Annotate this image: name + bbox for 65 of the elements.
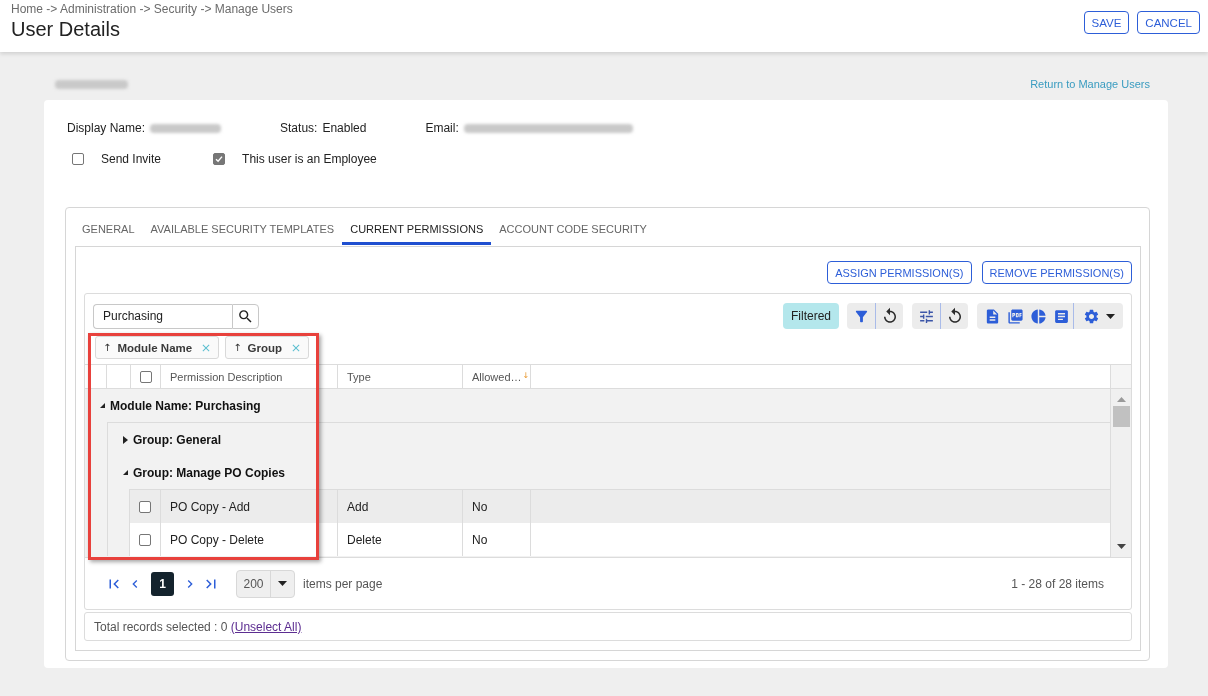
cancel-button[interactable]: CANCEL bbox=[1137, 11, 1200, 34]
table-cell: No bbox=[462, 523, 530, 556]
scrollbar-thumb[interactable] bbox=[1112, 406, 1130, 427]
tab[interactable]: AVAILABLE SECURITY TEMPLATES bbox=[142, 208, 343, 245]
field-label: Email: bbox=[425, 121, 459, 135]
group-label: Module Name: Purchasing bbox=[110, 398, 261, 413]
page-size-dropdown[interactable]: 200 bbox=[236, 569, 295, 598]
save-button[interactable]: SAVE bbox=[1083, 11, 1130, 34]
selection-summary: Total records selected : 0 (Unselect All) bbox=[94, 619, 302, 634]
remove-button[interactable]: REMOVE PERMISSION(S) bbox=[981, 261, 1132, 284]
scroll-down-icon[interactable] bbox=[1116, 544, 1126, 549]
select-all-checkbox[interactable] bbox=[139, 370, 152, 383]
sort-arrow: ↑ bbox=[233, 342, 242, 353]
search-button[interactable] bbox=[232, 303, 259, 329]
table-row[interactable]: PO Copy - Delete Delete No bbox=[130, 523, 1110, 556]
group-label: Group: Manage PO Copies bbox=[133, 465, 285, 480]
pager-summary: 1 - 28 of 28 items bbox=[1011, 576, 1105, 591]
table-row[interactable]: PO Copy - Add Add No bbox=[130, 490, 1110, 523]
assign-button[interactable]: ASSIGN PERMISSION(S) bbox=[827, 261, 972, 284]
chip-label: Module Name bbox=[117, 341, 193, 354]
field-label: Status: bbox=[280, 121, 318, 135]
checkbox[interactable] bbox=[213, 153, 226, 165]
column-title: Allowed… bbox=[472, 370, 522, 383]
page-title: User Details bbox=[11, 17, 121, 41]
checkbox-label: Send Invite bbox=[101, 152, 162, 166]
document-icon bbox=[984, 307, 1001, 325]
group-chip[interactable]: ↑ Module Name bbox=[95, 336, 220, 359]
column-title: Permission Description bbox=[170, 370, 283, 383]
row-checkbox[interactable] bbox=[139, 500, 151, 513]
column-header[interactable]: Allowed…↓ bbox=[462, 365, 530, 388]
search-icon bbox=[237, 307, 254, 325]
expanded-caret-icon[interactable] bbox=[123, 470, 128, 475]
group-label: Group: General bbox=[133, 432, 221, 447]
scroll-up-icon[interactable] bbox=[1116, 397, 1126, 402]
chip-label: Group bbox=[247, 341, 283, 354]
checkbox[interactable] bbox=[72, 153, 84, 165]
settings-icon bbox=[1082, 307, 1100, 325]
tab[interactable]: GENERAL bbox=[74, 208, 143, 245]
checkbox-label: This user is an Employee bbox=[242, 152, 377, 166]
table-cell: Delete bbox=[337, 523, 462, 556]
column-title: Type bbox=[347, 370, 371, 383]
unselect-all-link[interactable]: (Unselect All) bbox=[230, 619, 302, 634]
tab[interactable]: CURRENT PERMISSIONS bbox=[342, 208, 492, 245]
row-checkbox[interactable] bbox=[139, 533, 151, 546]
caret-down-icon bbox=[1105, 313, 1115, 319]
filter-status-badge: Filtered bbox=[783, 303, 839, 329]
scrollbar[interactable] bbox=[1110, 389, 1131, 557]
search-field[interactable]: Purchasing bbox=[93, 303, 232, 329]
sort-arrow: ↓ bbox=[522, 371, 530, 380]
pie-chart-icon bbox=[1030, 307, 1047, 325]
expanded-caret-icon[interactable] bbox=[100, 403, 105, 408]
page-button[interactable]: 1 bbox=[151, 571, 174, 596]
field-value: Enabled bbox=[322, 121, 367, 135]
page-size-label: items per page bbox=[303, 576, 383, 591]
breadcrumb: Home -> Administration -> Security -> Manage Users bbox=[11, 2, 293, 17]
caret-down-icon bbox=[278, 581, 287, 586]
text-document-icon bbox=[1053, 307, 1070, 325]
tab[interactable]: ACCOUNT CODE SECURITY bbox=[491, 208, 655, 245]
collapsed-caret-icon[interactable] bbox=[123, 435, 128, 444]
sort-arrow: ↑ bbox=[103, 342, 112, 353]
group-chip[interactable]: ↑ Group bbox=[225, 336, 310, 359]
table-cell: PO Copy - Delete bbox=[160, 523, 337, 556]
field-label: Display Name: bbox=[67, 121, 146, 135]
pdf-file-icon bbox=[1007, 307, 1024, 325]
sliders-icon bbox=[917, 307, 935, 325]
